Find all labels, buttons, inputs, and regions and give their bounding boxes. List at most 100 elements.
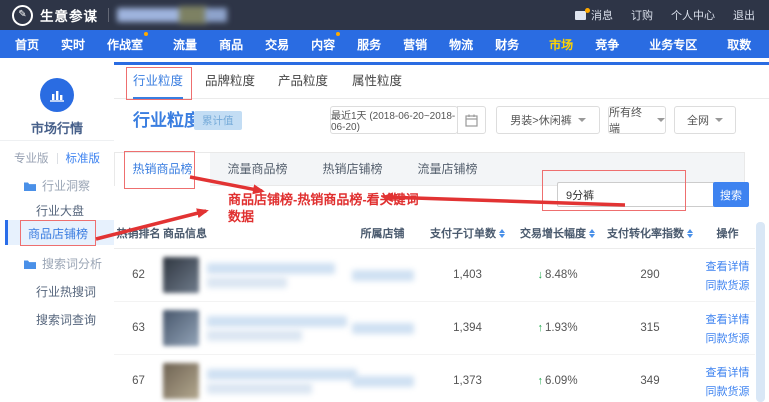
col-orders-sort[interactable]: 支付子订单数	[420, 225, 515, 241]
table-header-row: 热销排名 商品信息 所属店铺 支付子订单数 交易增长幅度 支付转化率指数 操作	[114, 218, 755, 249]
app-window: ✎ 生意参谋 消息 订购 个人中心 退出 首页 实时 作战室 流量 商品 交易 …	[0, 0, 769, 402]
view-detail-link[interactable]: 查看详情	[706, 258, 750, 274]
main-content: 行业粒度 品牌粒度 产品粒度 属性粒度 行业粒度 累计值 最近1天 (2018-…	[114, 62, 769, 402]
brand-logo-icon: ✎	[12, 5, 33, 26]
view-detail-link[interactable]: 查看详情	[706, 364, 750, 380]
nav-item-content[interactable]: 内容	[300, 36, 346, 53]
blurred-shop-text	[352, 376, 414, 387]
conversion-value: 290	[600, 269, 700, 281]
orders-value: 1,403	[420, 269, 515, 281]
sidebar-item-industry-dashboard[interactable]: 行业大盘	[0, 202, 114, 219]
blurred-shop-text	[352, 270, 414, 281]
category-dropdown[interactable]: 男装>休闲裤	[496, 106, 600, 134]
trend-arrow-icon: ↑	[537, 322, 543, 334]
nav-item-service[interactable]: 服务	[346, 36, 392, 53]
conversion-value: 315	[600, 322, 700, 334]
nav-item-logistics[interactable]: 物流	[438, 36, 484, 53]
tab-product-granularity[interactable]: 产品粒度	[278, 65, 328, 97]
terminal-value: 所有终端	[609, 104, 651, 136]
tab-hot-shop-rank[interactable]: 热销店铺榜	[305, 153, 400, 185]
tab-attribute-granularity[interactable]: 属性粒度	[352, 65, 402, 97]
chevron-down-icon	[657, 118, 665, 126]
sidebar-item-industry-insight[interactable]: 行业洞察	[0, 177, 114, 194]
logout-button[interactable]: 退出	[733, 7, 755, 23]
nav-item-home[interactable]: 首页	[4, 36, 50, 53]
col-growth-sort[interactable]: 交易增长幅度	[515, 225, 600, 241]
market-chart-icon	[40, 78, 74, 112]
sidebar-item-label: 行业洞察	[42, 177, 90, 194]
folder-icon	[24, 181, 36, 191]
messages-label: 消息	[591, 7, 613, 23]
tab-brand-granularity[interactable]: 品牌粒度	[205, 65, 255, 97]
date-range-picker[interactable]: 最近1天 (2018-06-20~2018-06-20)	[330, 106, 458, 134]
divider	[108, 8, 109, 22]
divider	[57, 153, 58, 164]
notification-dot	[144, 32, 148, 36]
tab-industry-granularity[interactable]: 行业粒度	[133, 65, 183, 99]
search-input[interactable]	[557, 182, 715, 207]
growth-cell: ↑6.09%	[515, 375, 600, 387]
rank-subtabs: 热销商品榜 流量商品榜 热销店铺榜 流量店铺榜	[114, 152, 745, 186]
product-cell	[163, 257, 345, 293]
brand-name: 生意参谋	[40, 5, 98, 25]
shop-cell	[345, 323, 420, 334]
nav-item-goods[interactable]: 商品	[208, 36, 254, 53]
tab-hot-product-rank[interactable]: 热销商品榜	[115, 153, 210, 187]
subscribe-button[interactable]: 订购	[631, 7, 653, 23]
blurred-shop-text	[352, 323, 414, 334]
nav-item-warroom[interactable]: 作战室	[96, 36, 154, 53]
nav-item-realtime[interactable]: 实时	[50, 36, 96, 53]
same-style-source-link[interactable]: 同款货源	[706, 383, 750, 399]
col-conversion-sort[interactable]: 支付转化率指数	[600, 225, 700, 241]
blurred-product-text	[207, 366, 357, 397]
topbar-right: 消息 订购 个人中心 退出	[575, 7, 769, 23]
sort-icon	[499, 229, 505, 238]
message-icon	[575, 11, 586, 20]
nav-item-marketing[interactable]: 营销	[392, 36, 438, 53]
sidebar-item-search-analysis[interactable]: 搜索词分析	[0, 255, 114, 272]
trend-arrow-icon: ↓	[537, 269, 543, 281]
sort-icon	[589, 229, 595, 238]
growth-value: 6.09%	[545, 375, 578, 387]
product-cell	[163, 363, 345, 399]
sort-icon	[687, 229, 693, 238]
sidebar-item-label: 行业大盘	[36, 202, 84, 219]
nav-item-business-zone[interactable]: 业务专区	[638, 36, 708, 53]
divider	[0, 140, 114, 141]
col-shop: 所属店铺	[345, 225, 420, 241]
nav-item-market[interactable]: 市场	[538, 36, 584, 53]
nav-item-academy[interactable]: 学院	[762, 36, 769, 53]
chevron-down-icon	[578, 118, 586, 126]
growth-cell: ↓8.48%	[515, 269, 600, 281]
tab-traffic-shop-rank[interactable]: 流量店铺榜	[400, 153, 495, 185]
growth-value: 1.93%	[545, 322, 578, 334]
scope-dropdown[interactable]: 全网	[674, 106, 736, 134]
sidebar-item-hot-search-words[interactable]: 行业热搜词	[0, 283, 114, 300]
tab-standard-version[interactable]: 标准版	[66, 150, 101, 166]
main-nav: 首页 实时 作战室 流量 商品 交易 内容 服务 营销 物流 财务 市场 竞争 …	[0, 30, 769, 58]
view-detail-link[interactable]: 查看详情	[706, 311, 750, 327]
rank-value: 63	[114, 322, 163, 334]
rank-value: 62	[114, 269, 163, 281]
same-style-source-link[interactable]: 同款货源	[706, 330, 750, 346]
action-cell: 查看详情 同款货源	[700, 364, 755, 399]
sidebar-item-label: 搜索词分析	[42, 255, 102, 272]
terminal-dropdown[interactable]: 所有终端	[608, 106, 666, 134]
scrollbar[interactable]	[756, 222, 765, 402]
tab-traffic-product-rank[interactable]: 流量商品榜	[210, 153, 305, 185]
calendar-icon[interactable]	[457, 106, 486, 134]
tab-pro-version[interactable]: 专业版	[14, 150, 49, 166]
account-button[interactable]: 个人中心	[671, 7, 715, 23]
same-style-source-link[interactable]: 同款货源	[706, 277, 750, 293]
sidebar-item-search-word-query[interactable]: 搜索词查询	[0, 311, 114, 328]
search-button[interactable]: 搜索	[713, 182, 749, 207]
messages-button[interactable]: 消息	[575, 7, 613, 23]
nav-item-competition[interactable]: 竞争	[584, 36, 630, 53]
nav-item-trade[interactable]: 交易	[254, 36, 300, 53]
conversion-value: 349	[600, 375, 700, 387]
nav-item-traffic[interactable]: 流量	[162, 36, 208, 53]
nav-item-data-fetch[interactable]: 取数	[716, 36, 762, 53]
nav-item-finance[interactable]: 财务	[484, 36, 530, 53]
blurred-product-text	[207, 260, 335, 291]
sidebar-item-product-shop-rank[interactable]: 商品店铺榜	[28, 225, 88, 242]
